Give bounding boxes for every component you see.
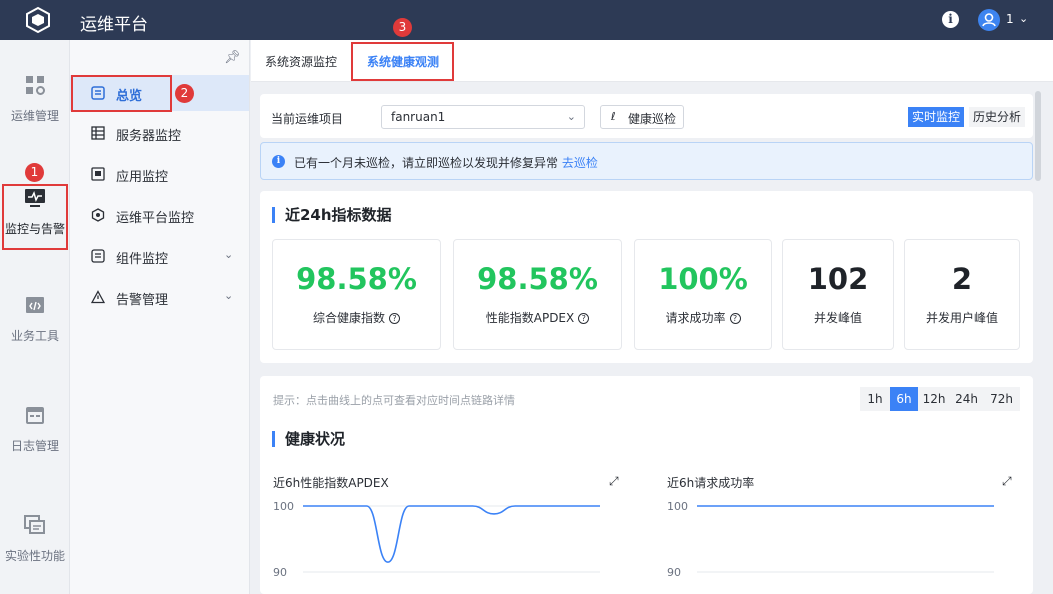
metric-card: 100% 请求成功率?	[634, 239, 772, 350]
nav-label: 运维平台监控	[116, 211, 195, 226]
success-rate-chart[interactable]: 100 90	[659, 494, 1004, 584]
metric-label: 并发用户峰值	[925, 311, 998, 325]
scrollbar[interactable]	[1035, 91, 1041, 181]
metric-card: 98.58% 性能指数APDEX?	[453, 239, 622, 350]
project-value: fanruan1	[391, 110, 446, 124]
section-title: 健康状况	[272, 431, 345, 447]
help-icon[interactable]: ?	[578, 313, 590, 324]
metric-value: 98.58%	[477, 262, 598, 296]
nav-label: 应用监控	[116, 170, 169, 185]
range-12h[interactable]: 12h	[918, 387, 950, 411]
highlight-box	[351, 42, 454, 81]
metric-card: 98.58% 综合健康指数?	[272, 239, 441, 350]
nav-item-alarm[interactable]: 告警管理 ⌄	[70, 279, 249, 315]
inspect-link[interactable]: 去巡检	[562, 156, 598, 170]
alert-text: 已有一个月未巡检，请立即巡检以发现并修复异常	[294, 156, 559, 170]
button-label: 健康巡检	[628, 112, 677, 126]
calendar-icon	[26, 407, 44, 424]
side-nav: 📌︎ 总览 服务器监控 应用监控 运维平台监控 组件监控 ⌄ 告警管理 ⌄	[70, 40, 250, 594]
metric-value: 98.58%	[296, 262, 417, 296]
y-tick-label: 100	[667, 500, 688, 513]
chart-title: 近6h性能指数APDEX	[273, 476, 389, 490]
y-tick-label: 90	[273, 566, 287, 579]
chevron-down-icon: ⌄	[566, 110, 576, 123]
nav-label: 组件监控	[116, 252, 169, 267]
rail-label: 业务工具	[10, 329, 59, 343]
y-tick-label: 100	[273, 500, 294, 513]
series-line[interactable]	[302, 505, 600, 563]
hexagon-icon	[91, 208, 105, 222]
chevron-down-icon: ⌄	[224, 248, 234, 261]
range-6h[interactable]: 6h	[890, 387, 918, 411]
range-1h[interactable]: 1h	[860, 387, 890, 411]
expand-icon[interactable]: ⤢	[609, 474, 619, 489]
step-badge: 3	[393, 18, 412, 37]
metric-label: 请求成功率	[665, 311, 726, 325]
range-24h[interactable]: 24h	[950, 387, 983, 411]
top-bar: 运维平台 i 1 ⌄	[0, 0, 1053, 40]
code-icon	[26, 297, 44, 313]
range-72h[interactable]: 72h	[983, 387, 1020, 411]
app-title: 运维平台	[80, 15, 148, 35]
hint-text: 提示：点击曲线上的点可查看对应时间点链路详情	[273, 394, 515, 407]
rail-item-logs[interactable]: 日志管理	[0, 405, 70, 475]
history-toggle[interactable]: 历史分析	[969, 107, 1026, 127]
nav-label: 服务器监控	[116, 129, 182, 144]
help-icon[interactable]: ?	[389, 313, 400, 324]
logo-icon	[26, 6, 50, 34]
metric-label: 综合健康指数	[312, 311, 385, 325]
chevron-down-icon: ⌄	[224, 289, 234, 302]
expand-icon[interactable]: ⤢	[1002, 474, 1012, 489]
step-badge: 2	[175, 84, 194, 103]
metric-card: 102 并发峰值	[782, 239, 894, 350]
project-label: 当前运维项目	[271, 112, 344, 126]
brush-icon: ℓ	[611, 110, 616, 123]
rail-item-tools[interactable]: 业务工具	[0, 295, 70, 365]
metric-label: 并发峰值	[813, 311, 862, 325]
user-name: 1	[1006, 12, 1014, 26]
module-rail: 运维管理 监控与告警 业务工具 日志管理 实验性功能	[0, 40, 70, 594]
rail-label: 日志管理	[10, 439, 59, 453]
help-icon[interactable]: ?	[729, 313, 741, 324]
rail-label: 实验性功能	[4, 549, 65, 563]
realtime-toggle[interactable]: 实时监控	[908, 107, 965, 127]
pin-icon[interactable]: 📌︎	[224, 50, 241, 65]
highlight-box	[2, 184, 68, 250]
grid-icon	[26, 76, 45, 95]
rail-item-ops[interactable]: 运维管理	[0, 75, 70, 145]
nav-label: 告警管理	[116, 293, 169, 308]
metric-card: 2 并发用户峰值	[904, 239, 1020, 350]
warning-icon	[91, 290, 105, 304]
windows-icon	[24, 515, 45, 534]
step-badge: 1	[25, 163, 44, 182]
highlight-box	[71, 75, 172, 112]
section-title: 近24h指标数据	[272, 207, 392, 223]
chevron-down-icon: ⌄	[1019, 12, 1029, 25]
rail-item-experimental[interactable]: 实验性功能	[0, 515, 70, 585]
apdex-chart[interactable]: 100 90	[265, 494, 610, 584]
metric-value: 2	[951, 262, 973, 296]
metric-label: 性能指数APDEX	[485, 311, 575, 325]
project-select[interactable]: fanruan1 ⌄	[381, 105, 585, 129]
server-icon	[91, 126, 105, 140]
component-icon	[91, 249, 105, 263]
info-icon: i	[272, 155, 285, 168]
y-tick-label: 90	[667, 566, 681, 579]
rail-label: 运维管理	[10, 109, 59, 123]
metric-value: 100%	[658, 262, 748, 296]
nav-item-server[interactable]: 服务器监控	[70, 115, 249, 151]
nav-item-app[interactable]: 应用监控	[70, 156, 249, 192]
app-icon	[91, 167, 105, 181]
nav-item-platform[interactable]: 运维平台监控	[70, 197, 249, 233]
health-inspect-button[interactable]: ℓ 健康巡检	[600, 105, 684, 129]
avatar	[978, 9, 1000, 31]
tab-system-resource[interactable]: 系统资源监控	[265, 53, 337, 70]
chart-title: 近6h请求成功率	[667, 476, 755, 490]
info-icon[interactable]: i	[942, 11, 959, 28]
nav-item-component[interactable]: 组件监控 ⌄	[70, 238, 249, 274]
metric-value: 102	[807, 262, 869, 296]
inspection-alert: i 已有一个月未巡检，请立即巡检以发现并修复异常 去巡检	[260, 142, 1033, 180]
